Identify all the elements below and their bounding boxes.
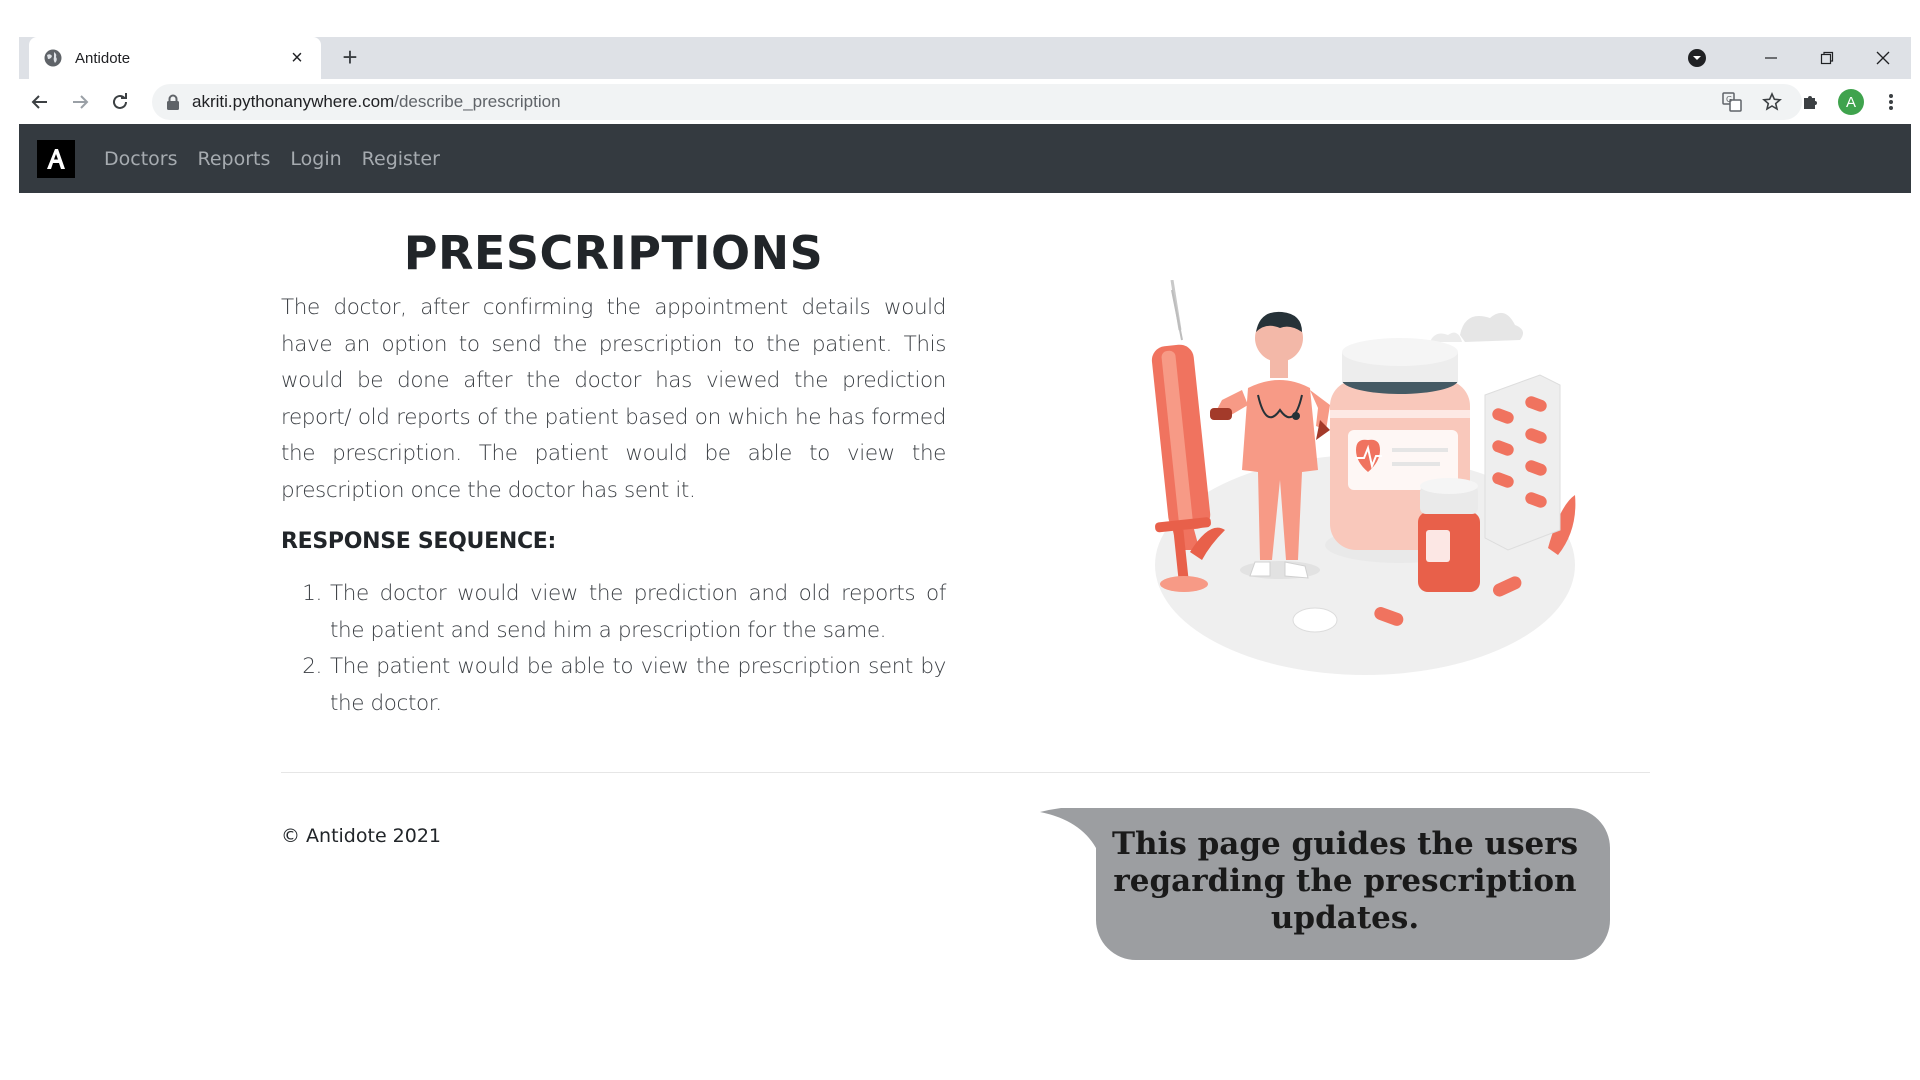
- list-number: 1.: [302, 581, 322, 606]
- extensions-button[interactable]: [1791, 79, 1831, 125]
- arrow-left-icon: [31, 95, 47, 109]
- list-text: The doctor would view the prediction and…: [330, 581, 946, 643]
- svg-text:G: G: [1726, 95, 1732, 104]
- restore-button[interactable]: [1799, 37, 1855, 79]
- puzzle-icon: [1804, 96, 1817, 109]
- url-path: /describe_prescription: [394, 92, 561, 111]
- list-number: 2.: [302, 654, 322, 679]
- menu-button[interactable]: [1871, 79, 1911, 125]
- nav-link-login[interactable]: Login: [290, 148, 341, 170]
- browser-window: Antidote × + akriti.pythonanywhere.com /…: [19, 37, 1911, 125]
- callout-text: This page guides the users regarding the…: [1111, 826, 1579, 936]
- toolbar-actions: A: [1791, 79, 1911, 125]
- sequence-list: 1. The doctor would view the prediction …: [281, 576, 946, 722]
- reload-icon: [113, 93, 127, 109]
- new-tab-button[interactable]: +: [337, 44, 363, 71]
- profile-button[interactable]: A: [1831, 79, 1871, 125]
- site-navbar: Doctors Reports Login Register: [19, 124, 1911, 193]
- translate-icon: G: [1722, 92, 1742, 112]
- list-item: 1. The doctor would view the prediction …: [281, 576, 946, 649]
- minimize-icon: [1765, 57, 1777, 59]
- callout-bubble: This page guides the users regarding the…: [1040, 808, 1610, 960]
- back-button[interactable]: [21, 83, 59, 121]
- lock-icon[interactable]: [166, 94, 180, 110]
- tab-close-icon[interactable]: ×: [287, 48, 307, 68]
- nav-link-doctors[interactable]: Doctors: [104, 148, 178, 170]
- minimize-button[interactable]: [1743, 37, 1799, 79]
- browser-tab[interactable]: Antidote ×: [29, 37, 321, 79]
- browser-toolbar: akriti.pythonanywhere.com/describe_presc…: [19, 79, 1911, 125]
- tab-title: Antidote: [75, 49, 131, 67]
- window-controls: [1687, 37, 1911, 79]
- omnibox-actions: G: [1712, 84, 1792, 120]
- avatar: A: [1838, 89, 1864, 115]
- footer-divider: [281, 772, 1650, 773]
- more-vert-icon: [1889, 94, 1893, 110]
- nav-link-register[interactable]: Register: [362, 148, 440, 170]
- page-title: PRESCRIPTIONS: [403, 226, 824, 280]
- address-bar[interactable]: akriti.pythonanywhere.com/describe_presc…: [152, 84, 1802, 120]
- forward-button[interactable]: [61, 83, 99, 121]
- arrow-right-icon: [73, 95, 89, 109]
- tab-strip: Antidote × +: [19, 37, 1911, 79]
- star-icon: [1762, 92, 1782, 111]
- translate-button[interactable]: G: [1712, 84, 1752, 120]
- bookmark-button[interactable]: [1752, 84, 1792, 120]
- list-text: The patient would be able to view the pr…: [330, 654, 946, 716]
- close-icon: [1876, 51, 1890, 65]
- url-host: akriti.pythonanywhere.com: [192, 92, 395, 111]
- brand-logo[interactable]: [37, 139, 75, 178]
- reload-button[interactable]: [101, 83, 139, 121]
- globe-icon: [44, 49, 62, 67]
- doctor-medicine-illustration: [1151, 280, 1576, 675]
- tab-search-icon[interactable]: [1687, 48, 1707, 68]
- main-content: PRESCRIPTIONS The doctor, after confirmi…: [281, 222, 946, 722]
- logo-a-icon: [47, 148, 65, 169]
- nav-link-reports[interactable]: Reports: [198, 148, 271, 170]
- close-window-button[interactable]: [1855, 37, 1911, 79]
- list-item: 2. The patient would be able to view the…: [281, 649, 946, 722]
- intro-paragraph: The doctor, after confirming the appoint…: [281, 295, 946, 503]
- sequence-heading: RESPONSE SEQUENCE:: [281, 529, 557, 554]
- restore-icon: [1820, 51, 1834, 65]
- footer-copyright: © Antidote 2021: [281, 825, 442, 847]
